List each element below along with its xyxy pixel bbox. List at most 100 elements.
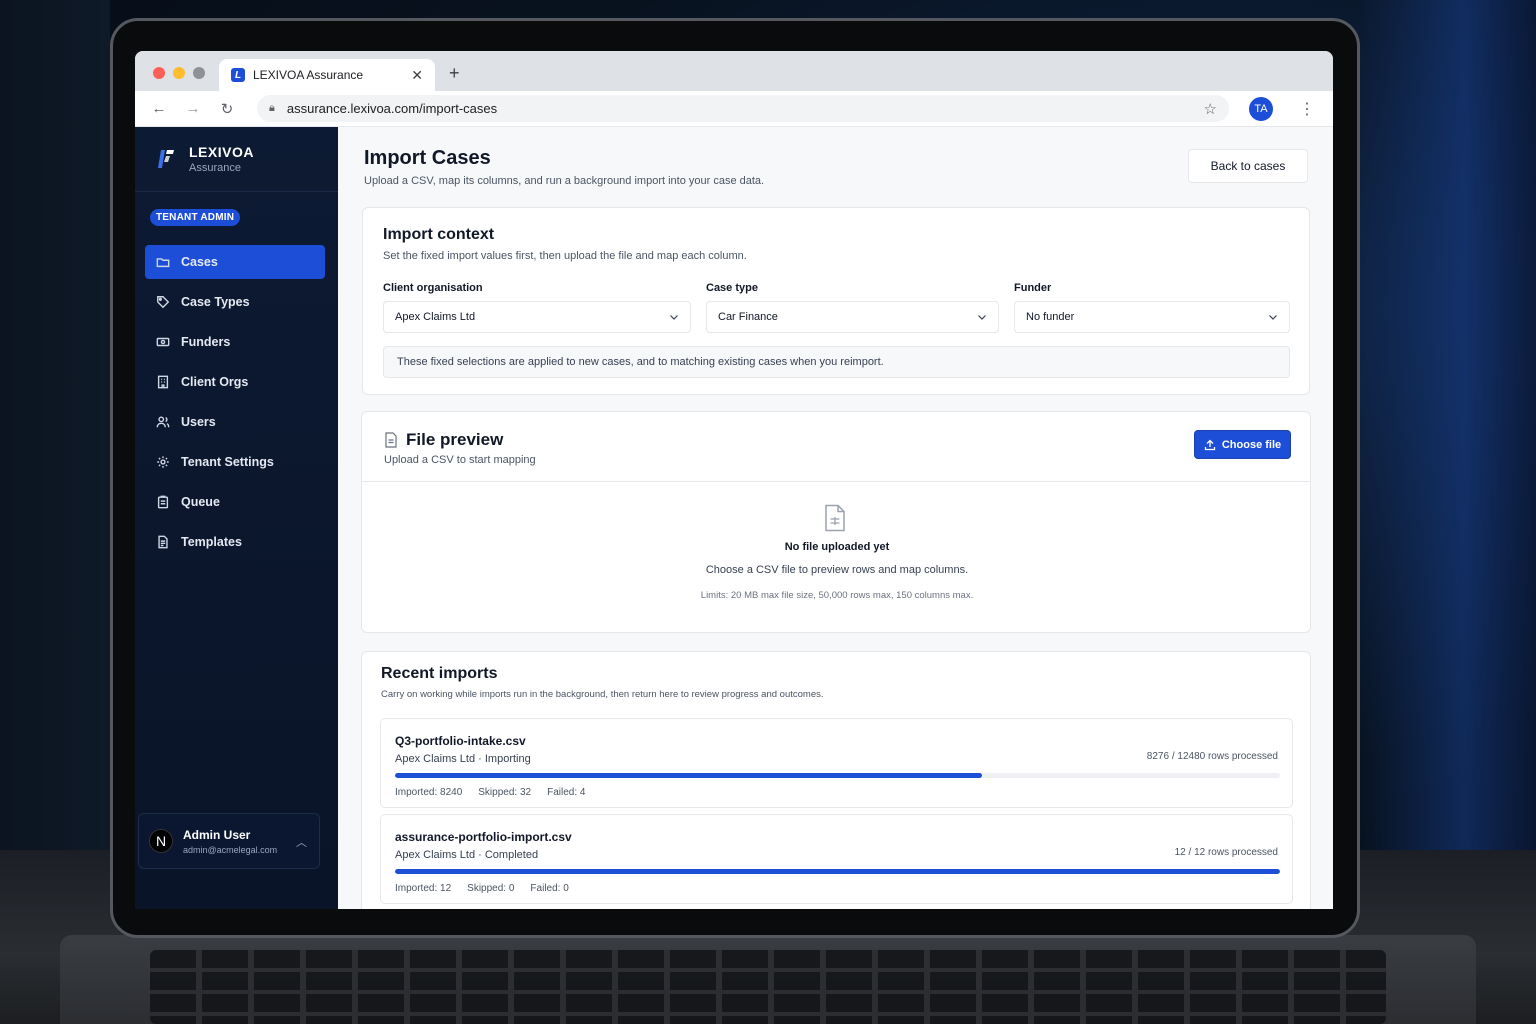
brand-name: LEXIVOA (189, 144, 254, 160)
laptop-screen: L LEXIVOA Assurance ✕ + ← → ↻ 🔒︎ assuran… (135, 51, 1333, 909)
import-file-name: Q3-portfolio-intake.csv (395, 734, 526, 748)
failed-count: Failed: 0 (530, 883, 569, 894)
import-progress-fill (395, 773, 982, 778)
client-org-value: Apex Claims Ltd (395, 311, 476, 323)
import-progress-fill (395, 869, 1280, 874)
recent-imports-card: Recent imports Carry on working while im… (361, 651, 1311, 909)
client-org-select[interactable]: Apex Claims Ltd (383, 301, 691, 333)
client-org-label: Client organisation (383, 282, 483, 294)
import-stats: Imported: 12 Skipped: 0 Failed: 0 (395, 883, 569, 894)
sidebar-item-cases[interactable]: Cases (145, 245, 325, 279)
file-preview-header: File preview Upload a CSV to start mappi… (362, 412, 1310, 482)
back-to-cases-button[interactable]: Back to cases (1188, 149, 1308, 183)
skipped-count: Skipped: 32 (478, 787, 532, 798)
file-preview-subtitle: Upload a CSV to start mapping (384, 454, 536, 466)
sidebar-item-funders[interactable]: Funders (145, 325, 325, 359)
avatar: N (149, 829, 173, 853)
document-icon (155, 534, 171, 550)
lock-icon: 🔒︎ (269, 102, 275, 114)
reload-icon[interactable]: ↻ (215, 100, 239, 118)
funder-value: No funder (1026, 311, 1075, 323)
import-row[interactable]: assurance-portfolio-import.csv Apex Clai… (380, 814, 1293, 904)
window-controls (153, 67, 205, 79)
import-progress-bar (395, 869, 1280, 874)
main-content: Import Cases Upload a CSV, map its colum… (338, 127, 1333, 909)
clipboard-icon (155, 494, 171, 510)
sidebar-item-label: Tenant Settings (181, 455, 274, 469)
sidebar-nav: Cases Case Types Funders Client Orgs Use… (145, 245, 325, 565)
import-context-subtitle: Set the fixed import values first, then … (383, 250, 747, 262)
lexivoa-logo-icon (158, 150, 174, 168)
browser-menu-icon[interactable]: ⋮ (1299, 99, 1315, 119)
recent-imports-title: Recent imports (381, 665, 498, 682)
recent-imports-subtitle: Carry on working while imports run in th… (381, 689, 824, 700)
import-rows-processed: 12 / 12 rows processed (1174, 847, 1278, 858)
building-icon (155, 374, 171, 390)
close-tab-icon[interactable]: ✕ (411, 67, 423, 84)
file-limits: Limits: 20 MB max file size, 50,000 rows… (700, 590, 974, 601)
sidebar-item-client-orgs[interactable]: Client Orgs (145, 365, 325, 399)
user-menu[interactable]: N Admin User admin@acmelegal.com ︿ (138, 813, 320, 869)
banknote-icon (155, 334, 171, 350)
chevron-down-icon (670, 315, 678, 320)
choose-file-label: Choose file (1221, 438, 1282, 451)
file-preview-title: File preview (406, 430, 504, 449)
brand[interactable]: LEXIVOA Assurance (135, 127, 338, 192)
user-name: Admin User (183, 827, 251, 842)
empty-file-icon (825, 504, 845, 532)
browser-tab[interactable]: L LEXIVOA Assurance ✕ (219, 59, 435, 91)
sidebar-item-users[interactable]: Users (145, 405, 325, 439)
failed-count: Failed: 4 (547, 787, 586, 798)
sidebar-item-queue[interactable]: Queue (145, 485, 325, 519)
gear-icon (155, 454, 171, 470)
imported-count: Imported: 12 (395, 883, 452, 894)
sidebar-item-tenant-settings[interactable]: Tenant Settings (145, 445, 325, 479)
lexivoa-favicon-icon: L (231, 68, 245, 82)
empty-description: Choose a CSV file to preview rows and ma… (705, 564, 969, 576)
case-type-value: Car Finance (718, 311, 778, 323)
profile-avatar[interactable]: TA (1249, 97, 1273, 121)
skipped-count: Skipped: 0 (467, 883, 515, 894)
sidebar-item-label: Case Types (181, 295, 250, 309)
sidebar-item-label: Client Orgs (181, 375, 249, 389)
close-window-button[interactable] (153, 67, 165, 79)
minimize-window-button[interactable] (173, 67, 185, 79)
sidebar-item-label: Users (181, 415, 216, 429)
import-context-title: Import context (383, 226, 495, 243)
chevron-down-icon (1269, 315, 1277, 320)
import-file-name: assurance-portfolio-import.csv (395, 830, 572, 844)
choose-file-button[interactable]: Choose file (1194, 430, 1291, 459)
back-arrow-icon[interactable]: ← (147, 100, 171, 117)
sidebar-item-templates[interactable]: Templates (145, 525, 325, 559)
bookmark-star-icon[interactable]: ☆ (1204, 100, 1217, 118)
sidebar-item-label: Funders (181, 335, 231, 349)
context-note: These fixed selections are applied to ne… (383, 346, 1290, 378)
forward-arrow-icon[interactable]: → (181, 100, 205, 117)
sidebar-item-label: Templates (181, 535, 242, 549)
role-badge: TENANT ADMIN (150, 209, 241, 226)
chevron-up-icon: ︿ (296, 837, 307, 849)
import-meta: Apex Claims Ltd · Importing (395, 753, 531, 765)
tab-title: LEXIVOA Assurance (253, 68, 364, 82)
url-text: assurance.lexivoa.com/import-cases (286, 101, 498, 116)
keyboard (150, 950, 1386, 1024)
address-bar[interactable]: 🔒︎ assurance.lexivoa.com/import-cases ☆ (257, 95, 1229, 122)
import-rows-processed: 8276 / 12480 rows processed (1146, 751, 1278, 762)
sidebar-item-case-types[interactable]: Case Types (145, 285, 325, 319)
case-type-select[interactable]: Car Finance (706, 301, 999, 333)
new-tab-icon[interactable]: + (449, 63, 460, 84)
import-row[interactable]: Q3-portfolio-intake.csv Apex Claims Ltd … (380, 718, 1293, 808)
import-context-card: Import context Set the fixed import valu… (362, 207, 1310, 395)
app: LEXIVOA Assurance TENANT ADMIN Cases Cas… (135, 127, 1333, 909)
browser-tab-bar: L LEXIVOA Assurance ✕ + (135, 51, 1333, 91)
funder-label: Funder (1014, 282, 1052, 294)
chevron-down-icon (978, 315, 986, 320)
file-icon (385, 432, 397, 448)
page-title: Import Cases (364, 147, 491, 169)
imported-count: Imported: 8240 (395, 787, 463, 798)
file-preview-card: File preview Upload a CSV to start mappi… (361, 411, 1311, 633)
background-glow (1356, 0, 1536, 900)
funder-select[interactable]: No funder (1014, 301, 1290, 333)
upload-icon (1204, 439, 1215, 450)
maximize-window-button[interactable] (193, 67, 205, 79)
